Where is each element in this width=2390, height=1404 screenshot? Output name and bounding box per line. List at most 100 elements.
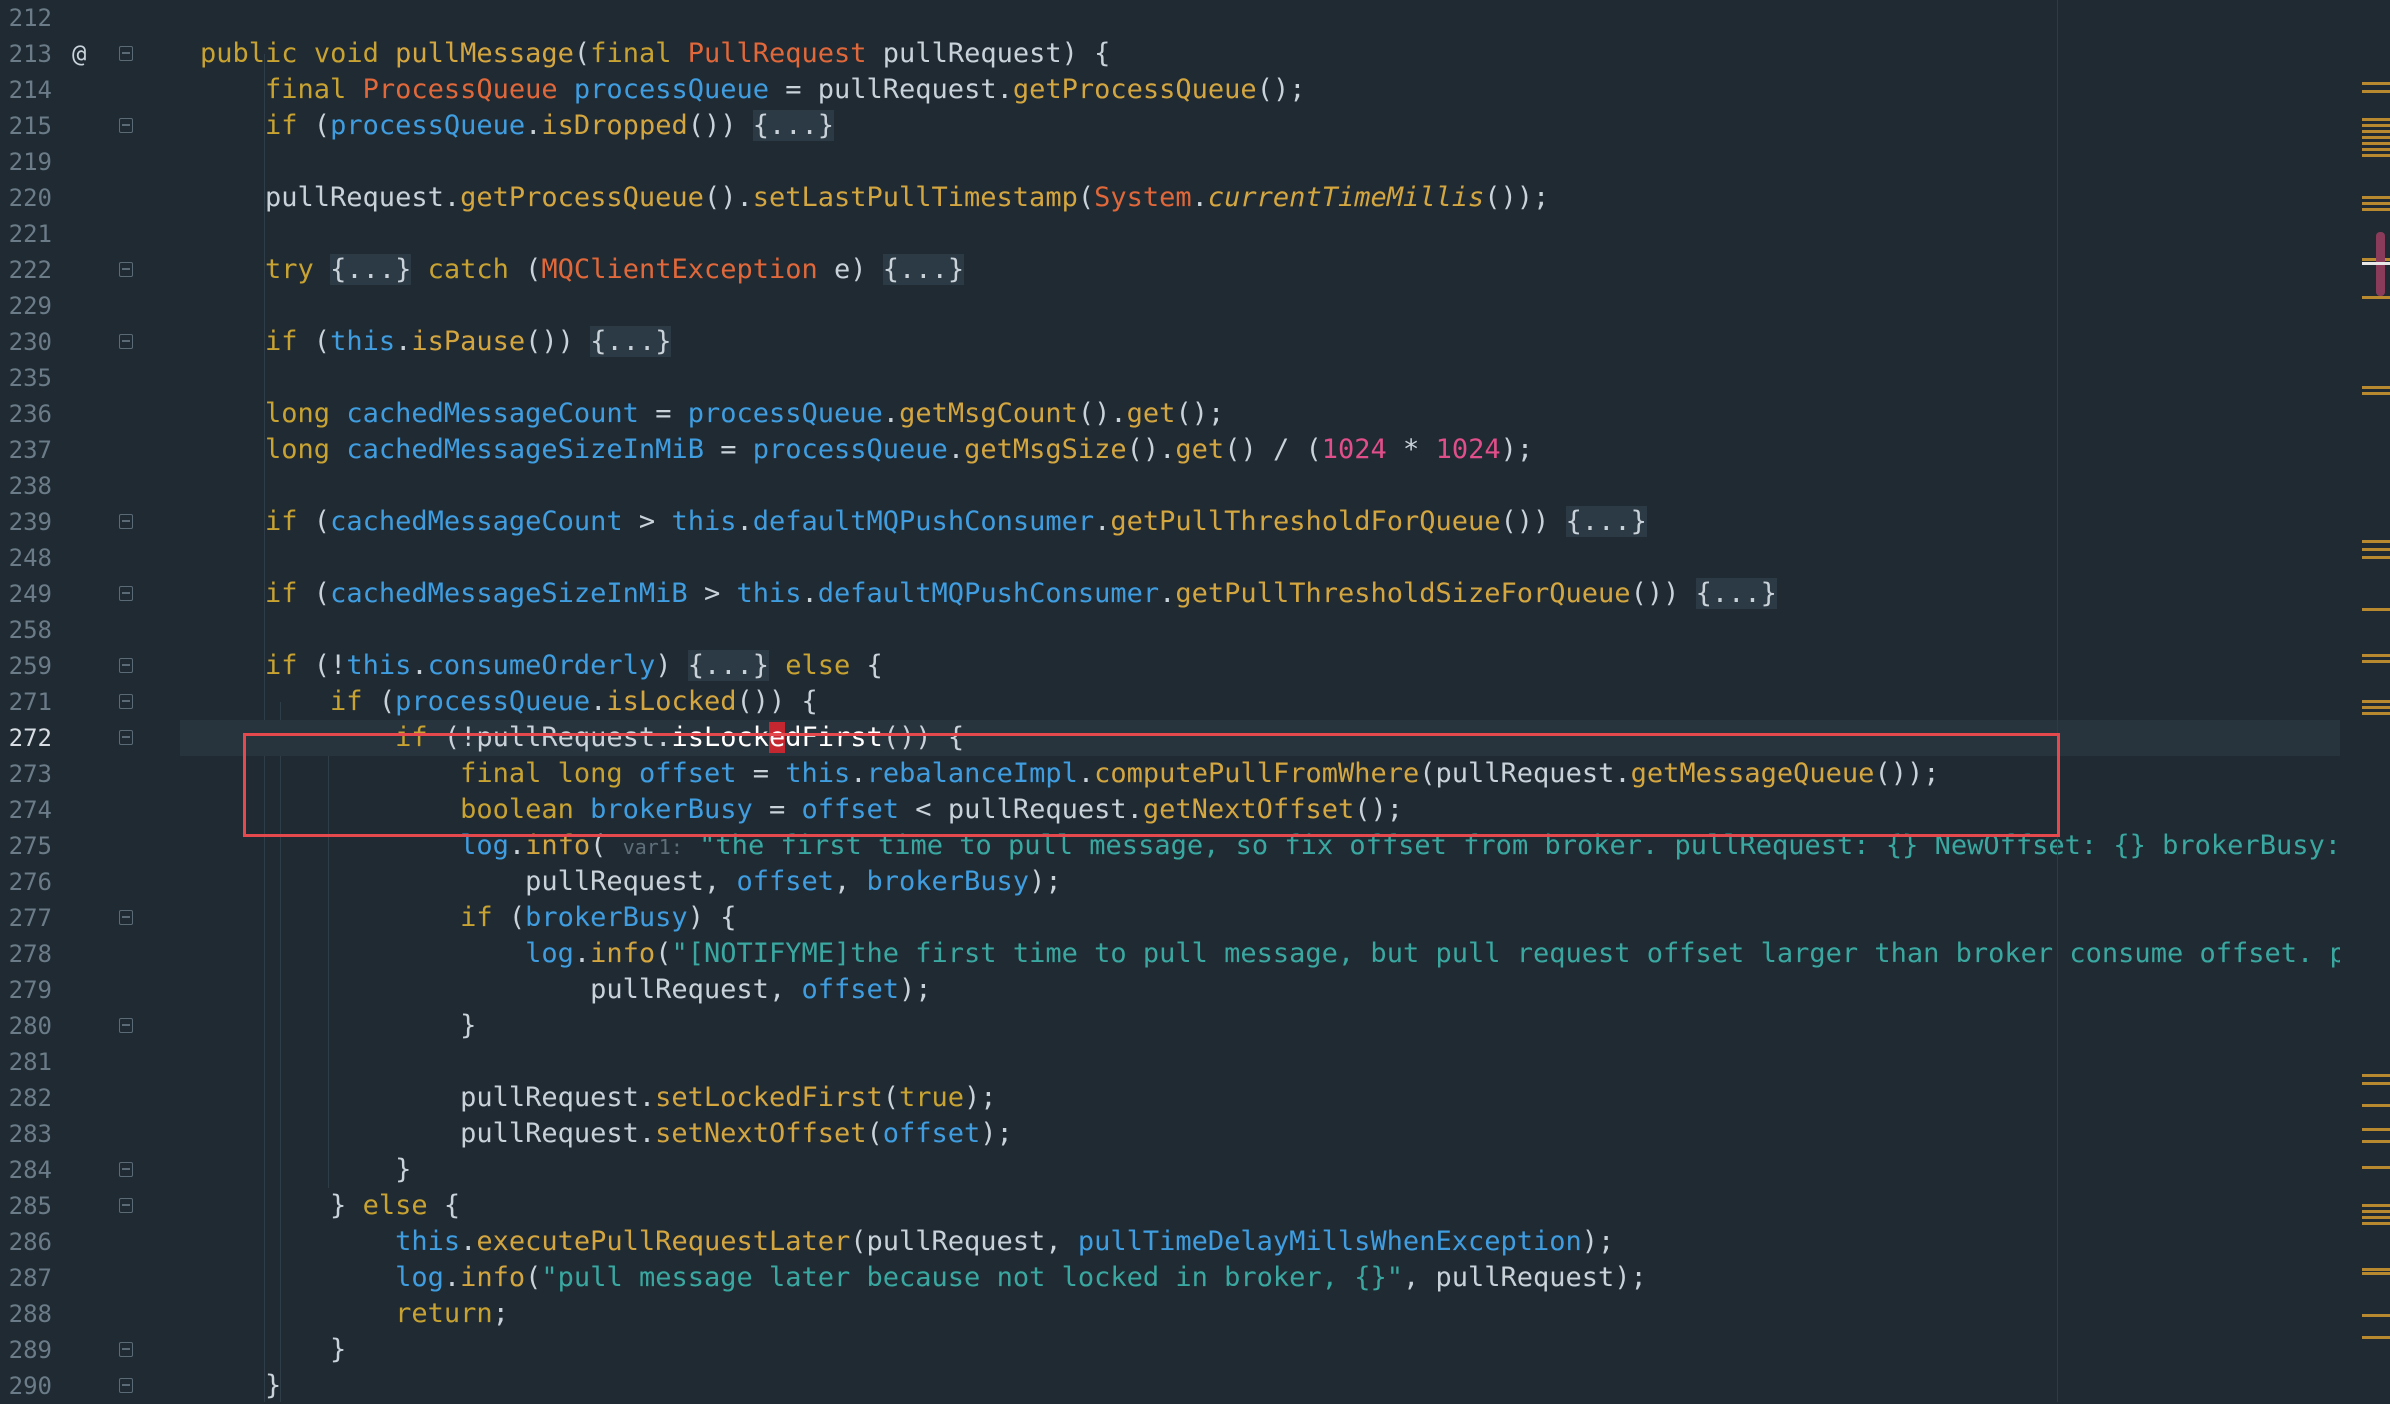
code-line[interactable]: pullRequest.setNextOffset(offset); [180, 1116, 2340, 1152]
scroll-marker[interactable] [2362, 142, 2390, 145]
scroll-marker[interactable] [2362, 1314, 2390, 1317]
code-line[interactable]: if (this.isPause()) {...} [180, 324, 2340, 360]
vertical-scrollbar[interactable] [2340, 0, 2390, 1402]
scroll-marker[interactable] [2362, 1216, 2390, 1219]
code-line[interactable]: log.info("pull message later because not… [180, 1260, 2340, 1296]
fold-icon[interactable] [119, 1198, 133, 1213]
gutter-row: 213 @ [0, 36, 180, 72]
code-line[interactable]: } else { [180, 1188, 2340, 1224]
fold-icon[interactable] [119, 910, 133, 925]
code-line[interactable]: log.info("[NOTIFYME]the first time to pu… [180, 936, 2340, 972]
fold-icon[interactable] [119, 730, 133, 745]
scroll-marker[interactable] [2362, 556, 2390, 559]
code-line[interactable]: } [180, 1152, 2340, 1188]
scroll-marker[interactable] [2362, 154, 2390, 157]
scroll-marker[interactable] [2362, 654, 2390, 657]
scroll-marker[interactable] [2362, 1140, 2390, 1143]
scroll-marker[interactable] [2362, 392, 2390, 395]
scroll-marker[interactable] [2362, 1222, 2390, 1225]
code-line[interactable] [180, 540, 2340, 576]
code-line[interactable] [180, 360, 2340, 396]
code-line[interactable]: if (cachedMessageSizeInMiB > this.defaul… [180, 576, 2340, 612]
scroll-marker[interactable] [2362, 386, 2390, 389]
code-line[interactable]: return; [180, 1296, 2340, 1332]
code-line[interactable] [180, 0, 2340, 36]
scroll-marker[interactable] [2362, 548, 2390, 551]
scroll-marker[interactable] [2362, 1104, 2390, 1107]
fold-icon[interactable] [119, 118, 133, 133]
scroll-marker[interactable] [2362, 136, 2390, 139]
code-line[interactable]: final ProcessQueue processQueue = pullRe… [180, 72, 2340, 108]
code-line[interactable]: if (cachedMessageCount > this.defaultMQP… [180, 504, 2340, 540]
scroll-marker[interactable] [2362, 208, 2390, 211]
code-token: ); [964, 1082, 997, 1113]
scroll-marker[interactable] [2362, 1082, 2390, 1085]
code-line[interactable]: try {...} catch (MQClientException e) {.… [180, 252, 2340, 288]
fold-icon[interactable] [119, 46, 133, 61]
scroll-marker[interactable] [2362, 196, 2390, 199]
scroll-marker[interactable] [2362, 148, 2390, 151]
scroll-marker[interactable] [2362, 90, 2390, 93]
scroll-marker[interactable] [2362, 1268, 2390, 1271]
scroll-marker[interactable] [2362, 202, 2390, 205]
code-line[interactable] [180, 144, 2340, 180]
code-line[interactable]: if (brokerBusy) { [180, 900, 2340, 936]
scroll-marker[interactable] [2362, 124, 2390, 127]
code-line[interactable]: if (!this.consumeOrderly) {...} else { [180, 648, 2340, 684]
fold-icon[interactable] [119, 334, 133, 349]
line-number-gutter[interactable]: 212 213 @214 215 219 220 221 222 229 230 235 236 237… [0, 0, 180, 1402]
code-token: ); [1500, 434, 1534, 465]
scroll-marker[interactable] [2362, 1204, 2390, 1207]
scroll-marker[interactable] [2362, 1074, 2390, 1077]
code-line[interactable]: if (processQueue.isDropped()) {...} [180, 108, 2340, 144]
line-number: 289 [8, 1336, 52, 1364]
scroll-marker[interactable] [2362, 608, 2390, 611]
code-line[interactable]: long cachedMessageCount = processQueue.g… [180, 396, 2340, 432]
code-line[interactable]: pullRequest, offset, brokerBusy); [180, 864, 2340, 900]
scroll-marker[interactable] [2362, 1128, 2390, 1131]
code-line[interactable] [180, 1044, 2340, 1080]
scroll-marker[interactable] [2362, 700, 2390, 703]
fold-icon[interactable] [119, 586, 133, 601]
override-icon[interactable]: @ [72, 36, 86, 72]
code-line[interactable]: } [180, 1332, 2340, 1368]
gutter-row: 249 [0, 576, 180, 612]
code-text-area[interactable]: public void pullMessage(final PullReques… [180, 0, 2340, 1402]
scroll-marker[interactable] [2362, 1166, 2390, 1169]
scroll-marker[interactable] [2362, 82, 2390, 85]
fold-icon[interactable] [119, 514, 133, 529]
scroll-marker[interactable] [2362, 118, 2390, 121]
gutter-row: 214 [0, 72, 180, 108]
scroll-marker[interactable] [2362, 1272, 2390, 1275]
scroll-marker[interactable] [2362, 296, 2390, 299]
fold-icon[interactable] [119, 262, 133, 277]
code-line[interactable]: } [180, 1368, 2340, 1402]
code-line[interactable]: if (processQueue.isLocked()) { [180, 684, 2340, 720]
fold-icon[interactable] [119, 1162, 133, 1177]
code-line[interactable] [180, 612, 2340, 648]
code-line[interactable]: public void pullMessage(final PullReques… [180, 36, 2340, 72]
code-line[interactable]: this.executePullRequestLater(pullRequest… [180, 1224, 2340, 1260]
scroll-marker[interactable] [2362, 712, 2390, 715]
fold-icon[interactable] [119, 1342, 133, 1357]
fold-icon[interactable] [119, 658, 133, 673]
code-line[interactable]: long cachedMessageSizeInMiB = processQue… [180, 432, 2340, 468]
code-editor[interactable]: 212 213 @214 215 219 220 221 222 229 230 235 236 237… [0, 0, 2390, 1402]
scroll-marker[interactable] [2362, 540, 2390, 543]
code-line[interactable]: pullRequest.getProcessQueue().setLastPul… [180, 180, 2340, 216]
fold-icon[interactable] [119, 1378, 133, 1393]
scroll-marker[interactable] [2362, 1336, 2390, 1339]
code-line[interactable]: } [180, 1008, 2340, 1044]
code-line[interactable]: pullRequest.setLockedFirst(true); [180, 1080, 2340, 1116]
scroll-marker[interactable] [2362, 1210, 2390, 1213]
code-token: ( [573, 38, 591, 69]
code-line[interactable] [180, 216, 2340, 252]
code-line[interactable]: pullRequest, offset); [180, 972, 2340, 1008]
fold-icon[interactable] [119, 1018, 133, 1033]
scroll-marker[interactable] [2362, 130, 2390, 133]
code-line[interactable] [180, 468, 2340, 504]
code-line[interactable] [180, 288, 2340, 324]
scroll-marker[interactable] [2362, 660, 2390, 663]
scroll-marker[interactable] [2362, 706, 2390, 709]
fold-icon[interactable] [119, 694, 133, 709]
